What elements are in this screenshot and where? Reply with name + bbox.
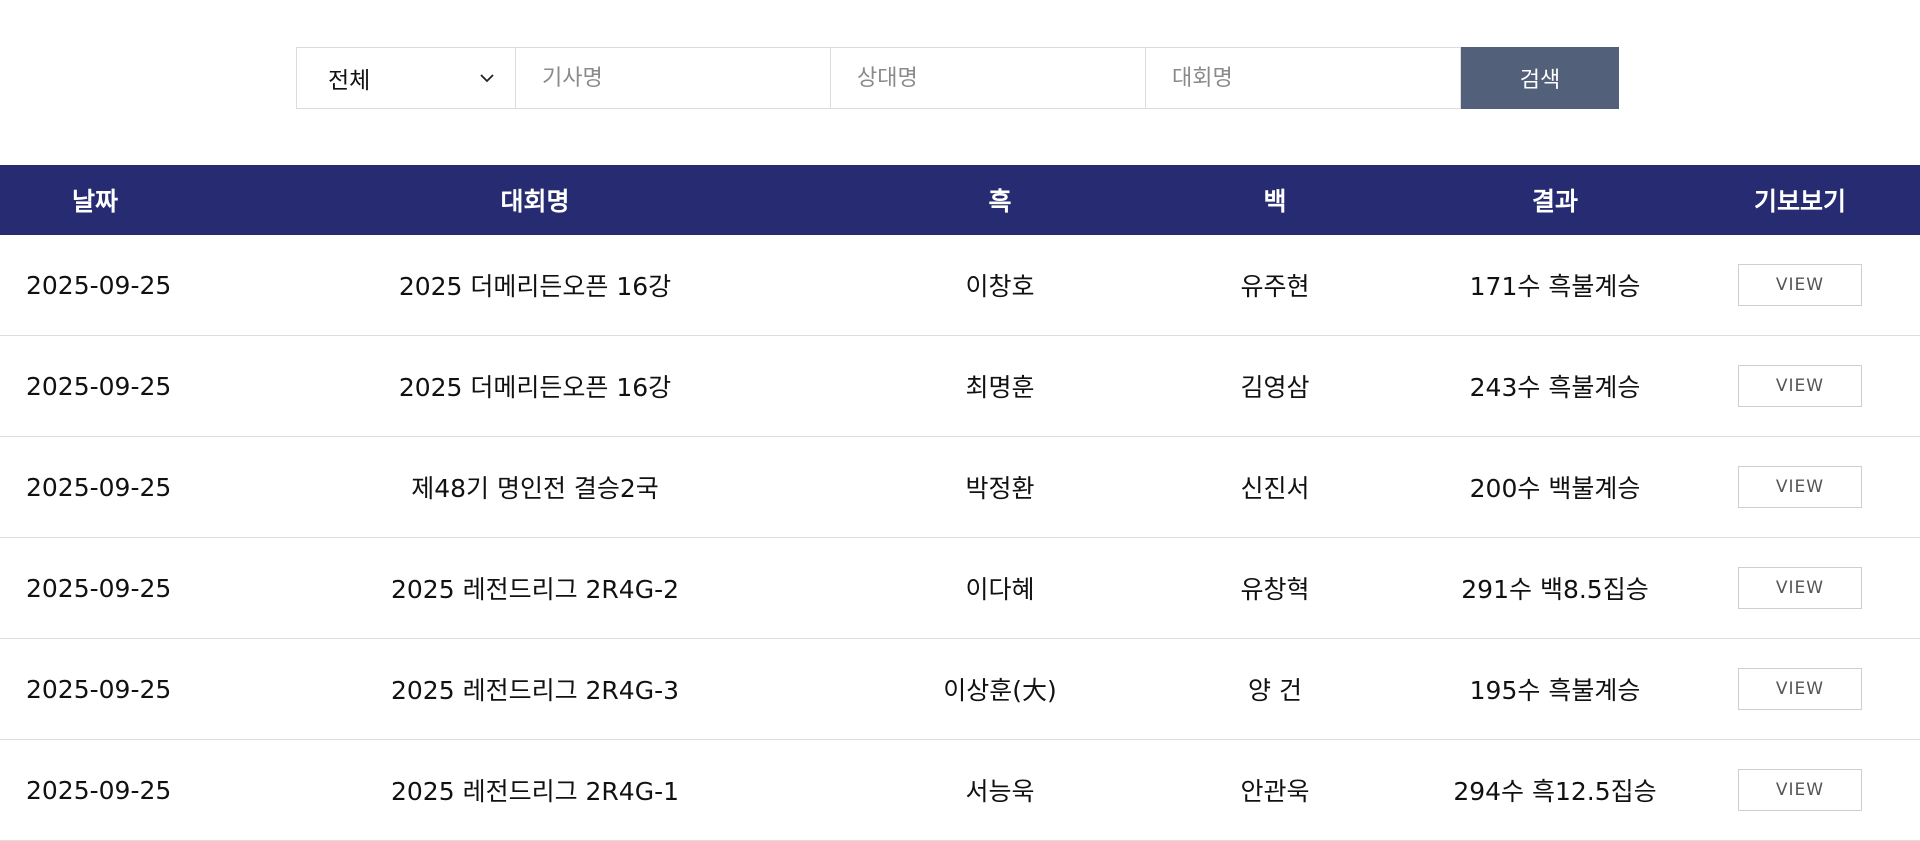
view-button[interactable]: VIEW	[1738, 668, 1862, 710]
view-cell: VIEW	[1680, 537, 1920, 639]
result-cell: 171수 흑불계승	[1430, 235, 1680, 336]
table-header-row: 날짜 대회명 흑 백 결과 기보보기	[0, 165, 1920, 235]
view-button[interactable]: VIEW	[1738, 365, 1862, 407]
tournament-cell: 2025 레전드리그 2R4G-2	[190, 537, 880, 639]
result-cell: 200수 백불계승	[1430, 436, 1680, 538]
table-row: 2025-09-25 2025 레전드리그 2R4G-3 이상훈(大) 양 건 …	[0, 638, 1920, 740]
header-date: 날짜	[0, 165, 190, 235]
date-cell: 2025-09-25	[0, 436, 190, 538]
search-bar: 전체 검색	[296, 47, 1619, 109]
category-select[interactable]: 전체	[296, 47, 516, 109]
result-cell: 195수 흑불계승	[1430, 638, 1680, 740]
table-row: 2025-09-25 2025 더메리든오픈 16강 이창호 유주현 171수 …	[0, 235, 1920, 336]
header-result: 결과	[1430, 165, 1680, 235]
table-row: 2025-09-25 2025 레전드리그 2R4G-2 이다혜 유창혁 291…	[0, 537, 1920, 639]
header-black: 흑	[880, 165, 1120, 235]
view-cell: VIEW	[1680, 436, 1920, 538]
tournament-name-input[interactable]	[1146, 47, 1461, 109]
date-cell: 2025-09-25	[0, 739, 190, 841]
black-player-link[interactable]: 서능욱	[880, 739, 1120, 841]
view-button[interactable]: VIEW	[1738, 466, 1862, 508]
date-cell: 2025-09-25	[0, 335, 190, 437]
black-player-cell: 이다혜	[880, 537, 1120, 639]
date-cell: 2025-09-25	[0, 537, 190, 639]
white-player-link[interactable]: 유창혁	[1120, 537, 1430, 639]
table-row: 2025-09-25 제48기 명인전 결승2국 박정환 신진서 200수 백불…	[0, 436, 1920, 538]
category-select-value: 전체	[328, 68, 371, 94]
white-player-cell: 김영삼	[1120, 335, 1430, 437]
chevron-down-icon	[477, 68, 497, 88]
player-name-input[interactable]	[516, 47, 831, 109]
view-cell: VIEW	[1680, 235, 1920, 336]
tournament-cell: 2025 더메리든오픈 16강	[190, 335, 880, 437]
view-button[interactable]: VIEW	[1738, 264, 1862, 306]
table-row: 2025-09-25 2025 더메리든오픈 16강 최명훈 김영삼 243수 …	[0, 335, 1920, 437]
black-player-link[interactable]: 최명훈	[880, 335, 1120, 437]
view-cell: VIEW	[1680, 739, 1920, 841]
white-player-cell: 양 건	[1120, 638, 1430, 740]
date-cell: 2025-09-25	[0, 235, 190, 336]
date-cell: 2025-09-25	[0, 638, 190, 740]
table-row: 2025-09-25 2025 레전드리그 2R4G-1 서능욱 안관욱 294…	[0, 739, 1920, 841]
search-button[interactable]: 검색	[1461, 47, 1619, 109]
result-cell: 243수 흑불계승	[1430, 335, 1680, 437]
view-cell: VIEW	[1680, 335, 1920, 437]
black-player-link[interactable]: 이상훈(大)	[880, 638, 1120, 740]
header-tournament: 대회명	[190, 165, 880, 235]
white-player-cell: 안관욱	[1120, 739, 1430, 841]
result-cell: 291수 백8.5집승	[1430, 537, 1680, 639]
view-cell: VIEW	[1680, 638, 1920, 740]
tournament-cell: 제48기 명인전 결승2국	[190, 436, 880, 538]
header-view: 기보보기	[1680, 165, 1920, 235]
black-player-cell: 박정환	[880, 436, 1120, 538]
tournament-cell: 2025 레전드리그 2R4G-3	[190, 638, 880, 740]
result-cell: 294수 흑12.5집승	[1430, 739, 1680, 841]
tournament-cell: 2025 더메리든오픈 16강	[190, 235, 880, 336]
white-player-cell: 유주현	[1120, 235, 1430, 336]
game-record-table: 날짜 대회명 흑 백 결과 기보보기 2025-09-25 2025 더메리든오…	[0, 165, 1920, 841]
white-player-link[interactable]: 신진서	[1120, 436, 1430, 538]
view-button[interactable]: VIEW	[1738, 567, 1862, 609]
header-white: 백	[1120, 165, 1430, 235]
black-player-link[interactable]: 이창호	[880, 235, 1120, 336]
opponent-name-input[interactable]	[831, 47, 1146, 109]
tournament-cell: 2025 레전드리그 2R4G-1	[190, 739, 880, 841]
